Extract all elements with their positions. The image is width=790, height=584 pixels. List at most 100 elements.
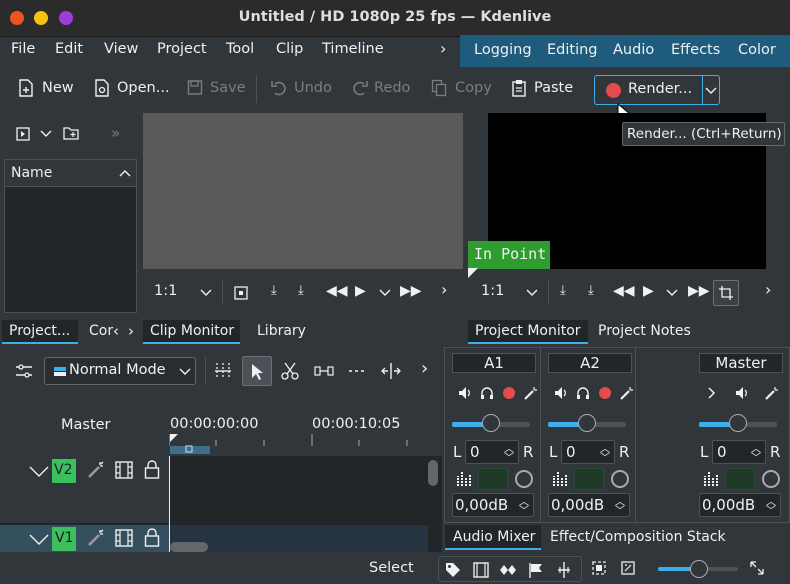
menu-edit[interactable]: Edit xyxy=(55,41,83,57)
workspace-color[interactable]: Color xyxy=(738,42,776,58)
spin-down-chevron-icon[interactable]: ﹀ xyxy=(504,449,514,464)
zoom-out-icon[interactable] xyxy=(621,561,635,575)
timeline-ruler[interactable]: 00:00:00:00 00:00:10:05 xyxy=(169,396,442,456)
bin-column-header[interactable]: Name xyxy=(5,160,136,187)
play-options-chevron-icon[interactable] xyxy=(379,289,391,297)
roll-tool-icon[interactable] xyxy=(381,362,401,380)
project-zoom-label[interactable]: 1:1 xyxy=(481,283,504,299)
workspace-audio[interactable]: Audio xyxy=(613,42,654,58)
undo-button[interactable]: Undo xyxy=(271,79,332,101)
clip-zoom-chevron-down-icon[interactable] xyxy=(200,289,212,297)
spacer-tool-icon[interactable] xyxy=(214,361,232,381)
timeline-toolbar-more-chevron-icon[interactable]: › xyxy=(421,358,428,379)
collapse-track-chevron-icon[interactable] xyxy=(29,466,49,478)
set-in-point-icon[interactable]: ⤓ xyxy=(560,283,566,298)
open-button[interactable]: Open... xyxy=(94,79,170,101)
safe-zone-button[interactable] xyxy=(713,280,739,306)
rewind-icon[interactable]: ◀◀ xyxy=(326,283,348,299)
paste-button[interactable]: Paste xyxy=(511,79,573,101)
record-dot-icon[interactable] xyxy=(598,386,612,400)
new-folder-icon[interactable] xyxy=(63,126,79,140)
tab-compositions[interactable]: Cor ‹ › xyxy=(82,320,140,344)
tab-clip-monitor[interactable]: Clip Monitor xyxy=(143,320,240,344)
spin-down-chevron-icon[interactable]: ﹀ xyxy=(615,502,625,517)
monitor-toggle[interactable] xyxy=(611,470,629,488)
spin-down-chevron-icon[interactable]: ﹀ xyxy=(766,502,776,517)
pan-spinbox[interactable]: 0 ︿ ﹀ xyxy=(712,440,766,464)
track-v1-lane[interactable] xyxy=(170,525,428,553)
copy-button[interactable]: Copy xyxy=(431,79,492,101)
pan-spinbox[interactable]: 0 ︿ ﹀ xyxy=(561,440,615,464)
tab-project-notes[interactable]: Project Notes xyxy=(591,320,701,344)
render-dropdown-chevron-down-icon[interactable] xyxy=(705,86,717,96)
tab-library[interactable]: Library xyxy=(250,320,320,344)
tab-effect-stack[interactable]: Effect/Composition Stack xyxy=(543,525,733,550)
track-lock-icon[interactable] xyxy=(144,460,160,479)
play-icon[interactable]: ▶ xyxy=(643,283,654,299)
play-chevron-icon[interactable] xyxy=(705,386,719,400)
menu-tool[interactable]: Tool xyxy=(226,41,254,57)
mixer-volume-handle[interactable] xyxy=(729,414,747,432)
menu-file[interactable]: File xyxy=(11,41,35,57)
menu-timeline[interactable]: Timeline xyxy=(322,41,384,57)
workspace-logging[interactable]: Logging xyxy=(474,42,532,58)
tab-project-monitor[interactable]: Project Monitor xyxy=(468,320,588,344)
track-effects-wand-icon[interactable] xyxy=(87,461,105,479)
clip-monitor-video[interactable] xyxy=(143,113,463,269)
set-in-point-icon[interactable]: ⤓ xyxy=(271,283,277,298)
clip-monitor-ruler[interactable] xyxy=(142,269,464,273)
speaker-icon[interactable] xyxy=(458,386,472,400)
render-button[interactable]: Render... xyxy=(594,75,720,105)
selection-tool-button[interactable] xyxy=(242,356,272,386)
record-dot-icon[interactable] xyxy=(502,386,516,400)
play-icon[interactable]: ▶ xyxy=(355,283,366,299)
master-track-label[interactable]: Master xyxy=(61,417,111,433)
track-lock-icon[interactable] xyxy=(144,528,160,547)
spin-down-chevron-icon[interactable]: ﹀ xyxy=(751,449,761,464)
zoom-in-icon[interactable] xyxy=(750,561,764,575)
mixer-volume-handle[interactable] xyxy=(578,414,596,432)
workspace-effects[interactable]: Effects xyxy=(671,42,720,58)
markers-flag-icon[interactable] xyxy=(528,562,544,578)
zoom-slider-handle[interactable] xyxy=(690,560,708,578)
collapse-track-chevron-icon[interactable] xyxy=(29,534,49,546)
monitor-toggle[interactable] xyxy=(515,470,533,488)
menu-view[interactable]: View xyxy=(104,41,138,57)
gain-spinbox[interactable]: 0,00dB ︿ ﹀ xyxy=(548,493,630,517)
track-video-film-icon[interactable] xyxy=(115,461,133,479)
timeline-settings-icon[interactable] xyxy=(15,362,33,380)
bin-list[interactable]: Name xyxy=(4,159,137,313)
gain-spinbox[interactable]: 0,00dB ︿ ﹀ xyxy=(699,493,781,517)
edit-mode-select[interactable]: Normal Mode xyxy=(44,357,196,385)
clip-monitor-more-chevron-icon[interactable]: › xyxy=(441,280,447,299)
set-out-point-icon[interactable]: ⤓ xyxy=(588,283,594,298)
project-zoom-chevron-down-icon[interactable] xyxy=(526,289,538,297)
ripple-tool-icon[interactable] xyxy=(348,364,368,378)
save-button[interactable]: Save xyxy=(187,79,246,101)
fast-forward-icon[interactable]: ▶▶ xyxy=(400,283,422,299)
wand-icon[interactable] xyxy=(620,386,634,400)
redo-button[interactable]: Redo xyxy=(352,79,410,101)
keyframes-icon[interactable] xyxy=(499,562,517,578)
razor-tool-scissors-icon[interactable] xyxy=(281,362,299,380)
headphones-icon[interactable] xyxy=(576,386,590,400)
pan-spinbox[interactable]: 0 ︿ ﹀ xyxy=(465,440,519,464)
wand-icon[interactable] xyxy=(524,386,538,400)
tab-scroll-left-chevron-icon[interactable]: ‹ xyxy=(113,322,119,340)
fast-forward-icon[interactable]: ▶▶ xyxy=(688,283,710,299)
speaker-icon[interactable] xyxy=(735,386,749,400)
new-button[interactable]: New xyxy=(18,79,74,101)
clip-zoom-label[interactable]: 1:1 xyxy=(154,283,177,299)
menu-overflow-chevron-icon[interactable]: › xyxy=(440,39,446,58)
monitor-toggle[interactable] xyxy=(762,470,780,488)
timeline-horizontal-scrollbar[interactable] xyxy=(170,542,208,552)
thumbnails-film-icon[interactable] xyxy=(473,562,489,578)
clip-marker-icon[interactable] xyxy=(234,286,248,300)
slip-tool-icon[interactable] xyxy=(314,364,334,378)
wand-icon[interactable] xyxy=(765,386,779,400)
bin-overflow-icon[interactable]: » xyxy=(111,124,120,142)
zoom-fit-icon[interactable] xyxy=(592,561,606,575)
mixer-volume-handle[interactable] xyxy=(482,414,500,432)
speaker-icon[interactable] xyxy=(554,386,568,400)
tab-audio-mixer[interactable]: Audio Mixer xyxy=(445,525,541,550)
